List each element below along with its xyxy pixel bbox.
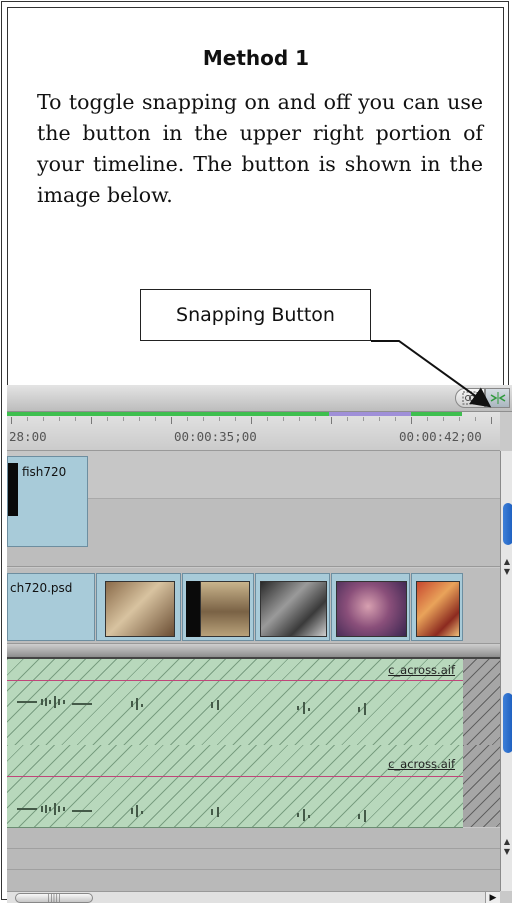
clip-label: ch720.psd	[10, 581, 73, 595]
timeline-clip[interactable]	[411, 573, 463, 641]
callout-label: Snapping Button	[176, 304, 335, 326]
snapping-button[interactable]	[485, 388, 510, 408]
timeline-clip[interactable]	[96, 573, 181, 641]
video-track-v2: fish720	[7, 451, 500, 567]
clip-thumbnail	[8, 463, 18, 516]
ruler-tick	[219, 417, 220, 421]
ruler-tick	[315, 417, 316, 421]
timeline-clip[interactable]: ch720.psd	[7, 573, 95, 641]
ruler-tick	[459, 417, 460, 421]
ruler-tick	[187, 417, 188, 421]
ruler-tick	[475, 417, 476, 421]
render-bar-green	[7, 412, 329, 416]
ruler-tick	[11, 417, 12, 424]
ruler-tick	[171, 417, 172, 424]
timeline-toolbar	[7, 385, 512, 412]
photo-thumbnail	[336, 581, 407, 637]
ruler-tick	[27, 417, 28, 421]
vertical-scroll-thumb[interactable]	[503, 693, 512, 753]
ruler-tick	[283, 417, 284, 421]
ruler-tick	[59, 417, 60, 421]
scroll-up-arrow-icon[interactable]: ▲	[502, 557, 512, 566]
ruler-tick	[75, 417, 76, 421]
black-frame	[186, 581, 200, 637]
video-track-v1: ch720.psd	[7, 568, 500, 644]
horizontal-scroll-thumb[interactable]: |||||	[15, 893, 93, 903]
ruler-tick	[235, 417, 236, 421]
timeline-window: 28:00 00:00:35;00 00:00:42;00 fish720 ch…	[7, 385, 512, 903]
ruler-tick	[395, 417, 396, 421]
timeline-clip[interactable]	[331, 573, 410, 641]
ruler-tick	[427, 417, 428, 421]
linking-button[interactable]	[455, 388, 485, 408]
audio-empty-region	[463, 659, 500, 745]
ruler-tick	[251, 417, 252, 424]
vertical-scrollbar[interactable]: ▲ ▼ ▲ ▼	[500, 451, 512, 891]
ruler-tick	[363, 417, 364, 421]
photo-thumbnail	[416, 581, 460, 637]
scroll-down-arrow-icon[interactable]: ▼	[502, 567, 512, 576]
photo-thumbnail	[260, 581, 327, 637]
render-bar-purple	[329, 412, 411, 416]
render-bar-green-end	[411, 412, 462, 416]
ruler-tick	[123, 417, 124, 421]
track-divider[interactable]	[7, 644, 500, 659]
ruler-tick	[331, 417, 332, 424]
audio-waveform	[17, 696, 366, 715]
scroll-down-arrow-icon[interactable]: ▼	[502, 847, 512, 856]
ruler-tick	[267, 417, 268, 421]
snapping-button-callout: Snapping Button	[140, 289, 371, 341]
timeline-clip[interactable]	[255, 573, 330, 641]
ruler-tick	[43, 417, 44, 421]
vertical-scroll-thumb[interactable]	[503, 503, 512, 545]
instruction-text: To toggle snapping on and off you can us…	[37, 90, 483, 207]
audio-track-a2[interactable]: c_across.aif	[7, 745, 463, 828]
ruler-tick	[347, 417, 348, 421]
audio-waveform	[17, 803, 366, 822]
photo-thumbnail	[200, 581, 250, 637]
ruler-tick	[443, 417, 444, 421]
timeline-clip[interactable]	[182, 573, 254, 641]
linked-selection-icon	[462, 391, 478, 405]
ruler-tick	[299, 417, 300, 421]
ruler-tick	[491, 417, 492, 424]
audio-empty-region	[463, 745, 500, 827]
time-ruler[interactable]: 28:00 00:00:35;00 00:00:42;00	[7, 412, 500, 451]
audio-track-a1[interactable]: c_across.aif	[7, 659, 463, 746]
ruler-tick	[411, 417, 412, 424]
clip-label: fish720	[22, 465, 67, 479]
ruler-timecode: 00:00:42;00	[399, 429, 482, 444]
timeline-clip[interactable]: fish720	[7, 456, 88, 547]
method-heading: Method 1	[202, 46, 310, 70]
ruler-timecode: 28:00	[9, 429, 47, 444]
empty-tracks	[7, 828, 500, 891]
ruler-tick	[139, 417, 140, 421]
ruler-tick	[107, 417, 108, 421]
scroll-up-arrow-icon[interactable]: ▲	[502, 837, 512, 846]
scroll-right-arrow-icon[interactable]: ▶	[485, 892, 500, 903]
horizontal-scrollbar[interactable]: ||||| ▶	[7, 891, 500, 903]
ruler-timecode: 00:00:35;00	[174, 429, 257, 444]
ruler-tick	[91, 417, 92, 424]
ruler-tick	[155, 417, 156, 421]
ruler-tick	[203, 417, 204, 421]
photo-thumbnail	[105, 581, 175, 637]
snapping-icon	[490, 392, 505, 404]
tutorial-page: Method 1 To toggle snapping on and off y…	[0, 0, 512, 903]
ruler-tick	[379, 417, 380, 421]
